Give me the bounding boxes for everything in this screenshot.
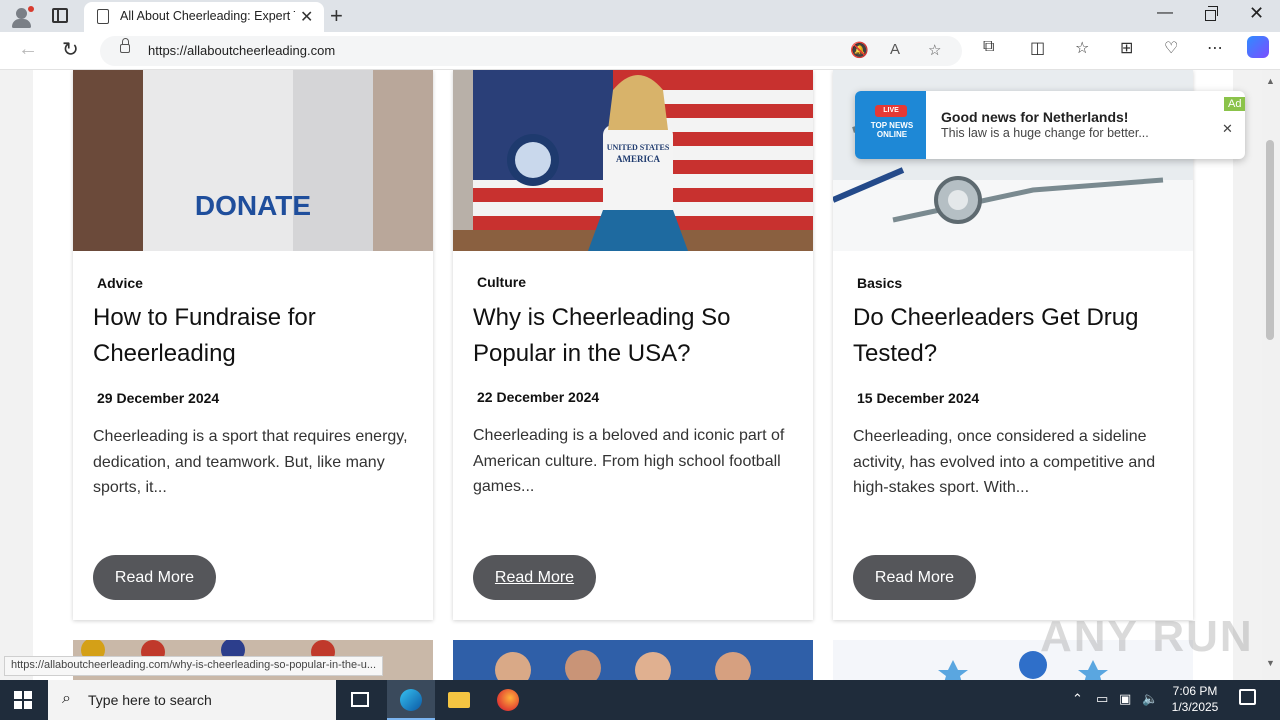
back-icon[interactable]: ← <box>18 38 38 61</box>
profile-icon[interactable] <box>10 6 34 28</box>
url-text[interactable]: https://allaboutcheerleading.com <box>148 43 335 58</box>
article-date: 29 December 2024 <box>97 390 220 406</box>
ad-subtitle[interactable]: This law is a huge change for better... <box>941 126 1149 140</box>
firefox-icon[interactable] <box>484 680 532 720</box>
article-category[interactable]: Advice <box>97 275 143 291</box>
favorite-star-icon[interactable]: ☆ <box>928 41 941 59</box>
ad-logo: LIVE TOP NEWS ONLINE <box>855 91 926 159</box>
article-date: 15 December 2024 <box>857 390 980 406</box>
ad-logo-text: TOP NEWS ONLINE <box>870 121 914 139</box>
notifications-icon[interactable] <box>1239 689 1256 705</box>
article-excerpt: Cheerleading, once considered a sideline… <box>853 428 1156 496</box>
svg-text:AMERICA: AMERICA <box>616 154 660 164</box>
volume-icon[interactable]: 🔈 <box>1142 691 1158 707</box>
address-bar[interactable]: https://allaboutcheerleading.com 🔕 A ☆ <box>100 36 962 66</box>
file-explorer-icon[interactable] <box>435 680 483 720</box>
window-close-icon[interactable]: ✕ <box>1249 3 1264 24</box>
article-excerpt: Cheerleading is a beloved and iconic par… <box>473 427 785 495</box>
ad-tag: Ad <box>1224 97 1246 111</box>
read-aloud-icon[interactable]: A <box>890 41 900 58</box>
minimize-icon[interactable]: — <box>1157 4 1173 22</box>
network-icon[interactable]: ▣ <box>1119 691 1131 707</box>
device-icon[interactable]: ▭ <box>1096 691 1108 707</box>
scroll-up-icon[interactable]: ▲ <box>1266 76 1275 86</box>
article-title[interactable]: Do Cheerleaders Get Drug Tested? <box>853 300 1173 372</box>
read-more-button[interactable]: Read More <box>93 555 216 600</box>
article-date: 22 December 2024 <box>477 389 600 405</box>
article-title[interactable]: How to Fundraise for Cheerleading <box>93 300 413 372</box>
copilot-icon[interactable] <box>1247 36 1269 58</box>
ad-close-icon[interactable]: ✕ <box>1222 121 1233 137</box>
page-icon <box>97 9 109 24</box>
article-category[interactable]: Culture <box>477 274 526 290</box>
read-more-button[interactable]: Read More <box>473 555 596 600</box>
favorites-icon[interactable]: ☆ <box>1075 38 1089 58</box>
donate-label: DONATE <box>195 190 311 221</box>
browser-title-bar: All About Cheerleading: Expert Ti ✕ + — … <box>0 0 1280 32</box>
extensions-icon[interactable]: ⧉ <box>983 38 994 56</box>
clock-time: 7:06 PM <box>1172 684 1218 698</box>
watermark: ANY RUN <box>1040 612 1254 661</box>
scroll-thumb[interactable] <box>1266 140 1274 340</box>
browser-tab-active[interactable]: All About Cheerleading: Expert Ti ✕ <box>84 2 324 32</box>
link-status-url: https://allaboutcheerleading.com/why-is-… <box>4 656 384 676</box>
search-placeholder[interactable]: Type here to search <box>88 692 212 708</box>
windows-start-icon[interactable] <box>14 691 32 709</box>
search-icon: ⌕ <box>62 690 71 707</box>
show-hidden-icons[interactable]: ⌃ <box>1072 691 1083 707</box>
task-view-icon[interactable] <box>336 680 384 720</box>
browser-essentials-icon[interactable]: ♡ <box>1164 38 1178 58</box>
article-category[interactable]: Basics <box>857 275 902 291</box>
article-title[interactable]: Why is Cheerleading So Popular in the US… <box>473 300 793 372</box>
live-badge: LIVE <box>875 105 907 117</box>
split-screen-icon[interactable]: ◫ <box>1030 38 1045 58</box>
article-excerpt: Cheerleading is a sport that requires en… <box>93 428 408 496</box>
page-viewport: DONATE Advice How to Fundraise for Cheer… <box>0 70 1262 680</box>
edge-taskbar-icon[interactable] <box>387 680 435 720</box>
tab-title: All About Cheerleading: Expert Ti <box>120 9 295 23</box>
article-card: UNITED STATES AMERICA Culture Why is Che… <box>453 70 813 620</box>
article-card: DONATE Advice How to Fundraise for Cheer… <box>73 70 433 620</box>
collections-icon[interactable]: ⊞ <box>1120 38 1133 58</box>
reload-icon[interactable]: ↻ <box>62 37 79 62</box>
system-clock[interactable]: 7:06 PM 1/3/2025 <box>1168 683 1222 715</box>
ad-notification[interactable]: LIVE TOP NEWS ONLINE Good news for Nethe… <box>855 91 1246 159</box>
scroll-down-icon[interactable]: ▼ <box>1266 658 1275 668</box>
lock-icon[interactable] <box>120 38 130 53</box>
ad-title[interactable]: Good news for Netherlands! <box>941 109 1128 125</box>
tab-close-icon[interactable]: ✕ <box>300 7 313 27</box>
article-image-team[interactable] <box>453 640 813 680</box>
new-tab-icon[interactable]: + <box>330 3 343 29</box>
svg-text:UNITED STATES: UNITED STATES <box>607 143 670 152</box>
read-more-button[interactable]: Read More <box>853 555 976 600</box>
taskbar: ⌕ Type here to search ⌃ ▭ ▣ 🔈 7:06 PM 1/… <box>0 680 1280 720</box>
restore-icon[interactable] <box>1205 6 1218 21</box>
tracking-blocked-icon[interactable]: 🔕 <box>850 41 869 59</box>
clock-date: 1/3/2025 <box>1171 700 1219 714</box>
taskbar-search[interactable]: ⌕ Type here to search <box>48 680 336 720</box>
article-image-usa-cheerleader[interactable]: UNITED STATES AMERICA <box>453 70 813 251</box>
tab-actions-icon[interactable] <box>52 8 68 23</box>
page-container: DONATE Advice How to Fundraise for Cheer… <box>33 70 1233 680</box>
article-image-donate[interactable]: DONATE <box>73 70 433 251</box>
page-scrollbar[interactable]: ▲ ▼ <box>1262 70 1280 680</box>
more-menu-icon[interactable]: ⋯ <box>1207 38 1223 58</box>
